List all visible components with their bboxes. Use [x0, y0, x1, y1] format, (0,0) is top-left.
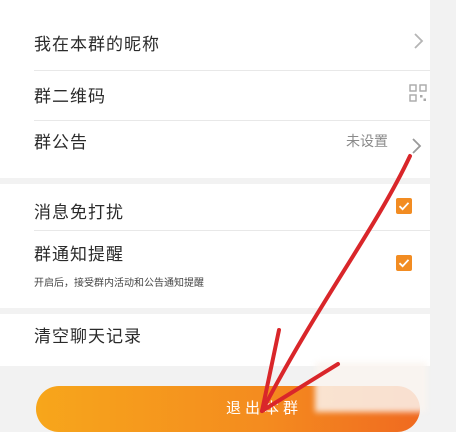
annotation-arrow [260, 154, 412, 413]
group-settings-screen: 我在本群的昵称 群二维码 群公告 未设置 消息免打扰 群通知提醒 开启后，接受群… [0, 0, 456, 432]
